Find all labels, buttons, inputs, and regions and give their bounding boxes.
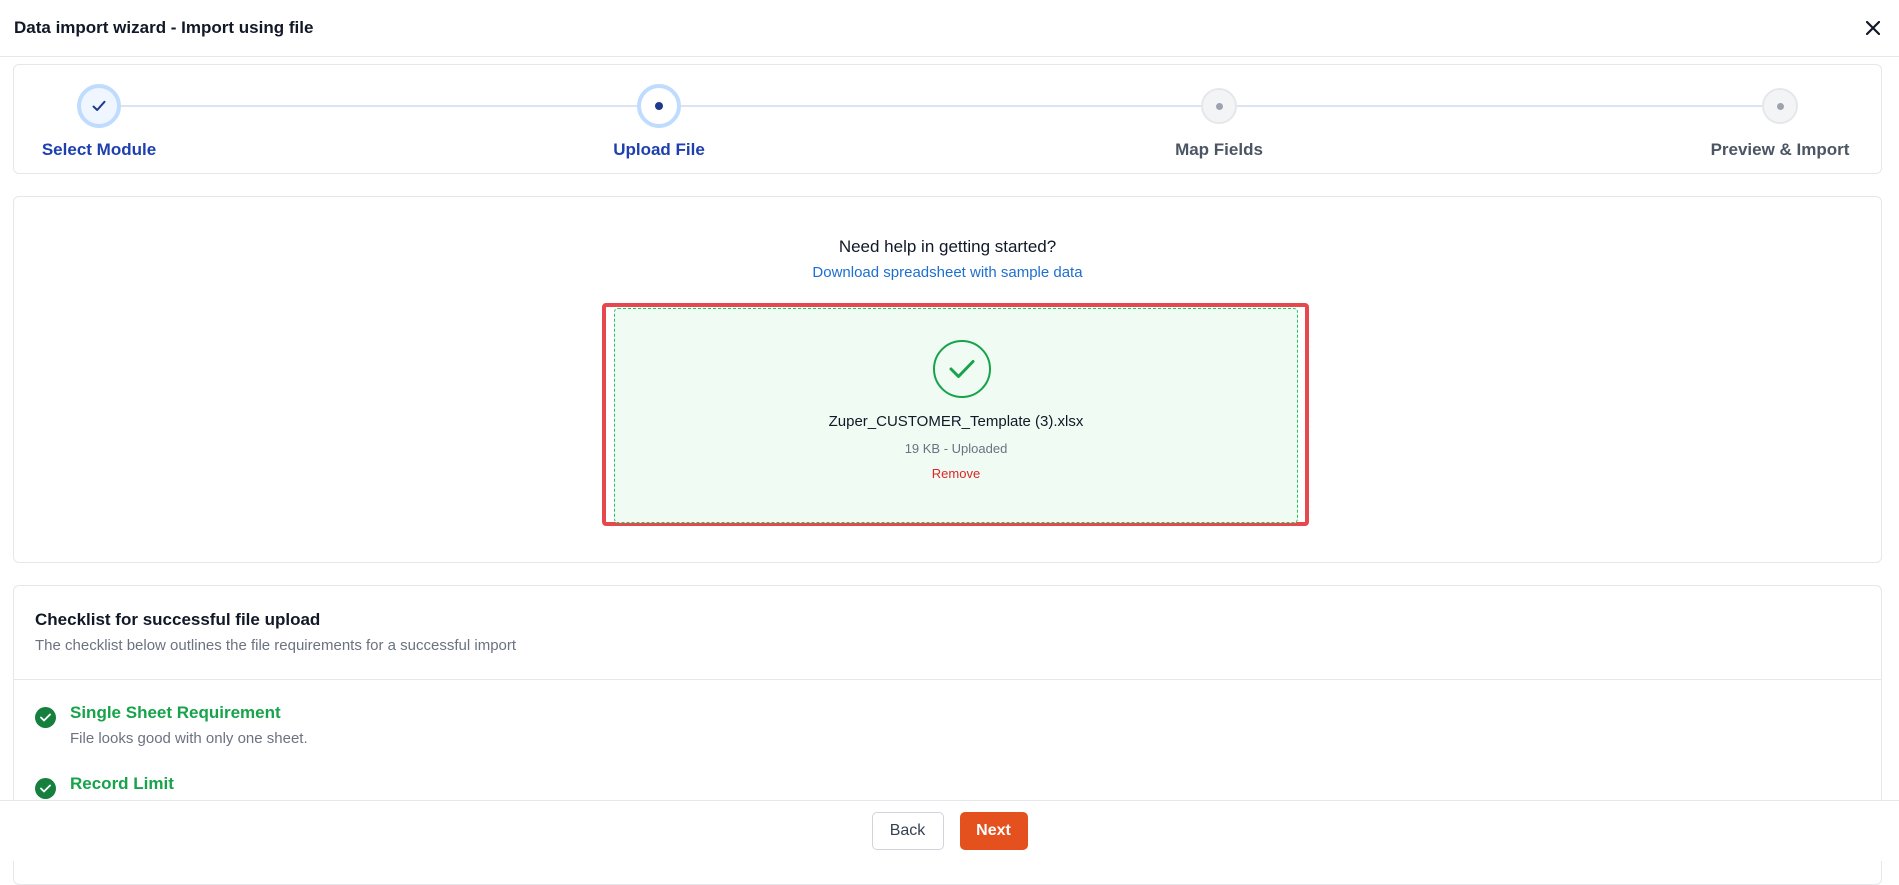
checklist-item-title: Single Sheet Requirement: [70, 703, 281, 722]
check-icon: [92, 100, 106, 111]
step-preview-import[interactable]: Preview & Import: [1680, 65, 1880, 175]
checklist-item-description: File looks good with only one sheet.: [70, 730, 308, 747]
step-active-circle: [637, 84, 681, 128]
pending-dot-icon: [1215, 102, 1223, 110]
checklist-title: Checklist for successful file upload: [35, 610, 321, 629]
step-completed-circle: [77, 84, 121, 128]
active-dot-icon: [655, 102, 663, 110]
check-badge-icon: [35, 707, 56, 728]
help-title: Need help in getting started?: [838, 237, 1057, 256]
modal-title: Data import wizard - Import using file: [14, 18, 314, 37]
step-label: Map Fields: [1175, 140, 1263, 159]
step-map-fields[interactable]: Map Fields: [1119, 65, 1319, 175]
modal-footer: Back Next: [0, 800, 1899, 861]
step-pending-circle: [1762, 88, 1798, 124]
pending-dot-icon: [1776, 102, 1784, 110]
next-button[interactable]: Next: [959, 812, 1028, 850]
modal-header: Data import wizard - Import using file: [0, 0, 1899, 57]
checklist-item-title: Record Limit: [70, 774, 174, 793]
file-size-status: 19 KB - Uploaded: [904, 441, 1008, 456]
divider: [14, 679, 1881, 680]
uploaded-file-name: Zuper_CUSTOMER_Template (3).xlsx: [828, 413, 1084, 430]
step-upload-file[interactable]: Upload File: [559, 65, 759, 175]
stepper-track: [99, 105, 1794, 107]
wizard-stepper: Select Module Upload File Map Fields Pre…: [13, 64, 1882, 174]
close-icon[interactable]: [1861, 16, 1885, 40]
checklist-subtitle: The checklist below outlines the file re…: [35, 637, 517, 654]
step-select-module[interactable]: Select Module: [0, 65, 199, 175]
step-label: Select Module: [41, 140, 157, 159]
check-badge-icon: [35, 778, 56, 799]
step-label: Upload File: [613, 140, 705, 159]
back-button[interactable]: Back: [871, 812, 944, 850]
download-sample-link[interactable]: Download spreadsheet with sample data: [14, 264, 1881, 281]
upload-section: Need help in getting started? Download s…: [13, 196, 1882, 563]
step-label: Preview & Import: [1710, 140, 1850, 159]
step-pending-circle: [1201, 88, 1237, 124]
remove-file-button[interactable]: Remove: [615, 466, 1297, 481]
check-circle-icon: [933, 340, 991, 398]
file-dropzone[interactable]: Zuper_CUSTOMER_Template (3).xlsx 19 KB -…: [614, 308, 1298, 523]
